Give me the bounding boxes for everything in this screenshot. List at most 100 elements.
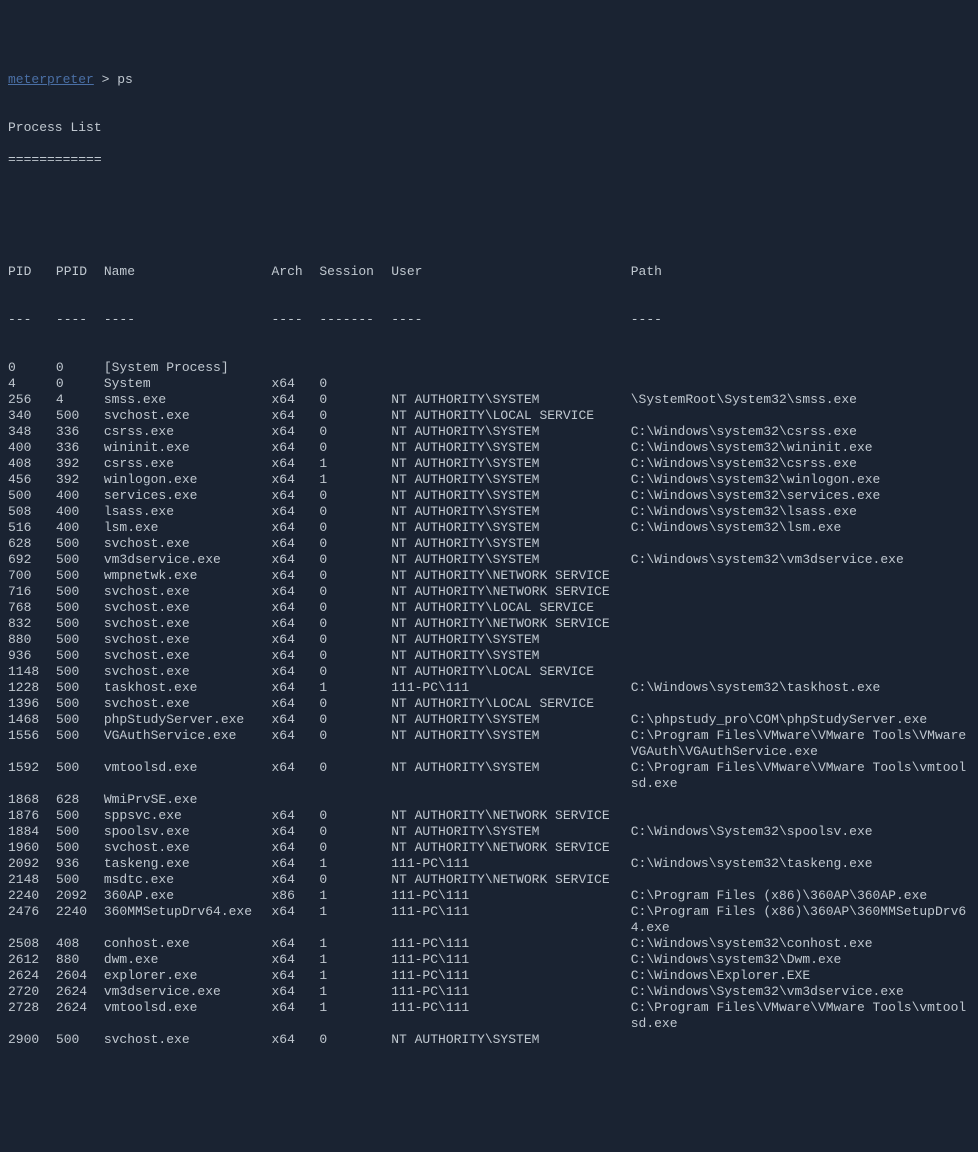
table-row: 1960500svchost.exex640NT AUTHORITY\NETWO… <box>8 840 970 856</box>
cell-pid: 1960 <box>8 840 56 856</box>
cell-name: taskhost.exe <box>104 680 272 696</box>
cell-session: 1 <box>319 936 391 952</box>
cell-ppid: 392 <box>56 456 104 472</box>
table-header-row: PID PPID Name Arch Session User Path <box>8 264 970 280</box>
cell-pid: 508 <box>8 504 56 520</box>
cell-pid: 2148 <box>8 872 56 888</box>
cell-user: NT AUTHORITY\NETWORK SERVICE <box>391 616 631 632</box>
cell-path: C:\Windows\system32\services.exe <box>631 488 970 504</box>
cell-session: 0 <box>319 440 391 456</box>
table-row: 340500svchost.exex640NT AUTHORITY\LOCAL … <box>8 408 970 424</box>
cell-session: 0 <box>319 1032 391 1048</box>
cell-name: lsass.exe <box>104 504 272 520</box>
cell-arch: x64 <box>271 552 319 568</box>
cell-arch: x64 <box>271 584 319 600</box>
cell-ppid: 336 <box>56 440 104 456</box>
cell-user: NT AUTHORITY\SYSTEM <box>391 552 631 568</box>
underline-path: ---- <box>631 312 970 328</box>
cell-name: WmiPrvSE.exe <box>104 792 272 808</box>
cell-session: 0 <box>319 648 391 664</box>
cell-user: NT AUTHORITY\SYSTEM <box>391 424 631 440</box>
table-row: 716500svchost.exex640NT AUTHORITY\NETWOR… <box>8 584 970 600</box>
cell-session: 0 <box>319 760 391 776</box>
cell-arch: x64 <box>271 600 319 616</box>
cell-arch: x64 <box>271 520 319 536</box>
cell-arch: x64 <box>271 632 319 648</box>
cell-pid: 2476 <box>8 904 56 920</box>
cell-arch: x64 <box>271 936 319 952</box>
cell-arch: x64 <box>271 504 319 520</box>
cell-name: phpStudyServer.exe <box>104 712 272 728</box>
cell-session: 0 <box>319 552 391 568</box>
section-title: Process List <box>8 120 970 136</box>
cell-ppid: 4 <box>56 392 104 408</box>
cell-pid: 348 <box>8 424 56 440</box>
cell-arch: x64 <box>271 872 319 888</box>
cell-session: 0 <box>319 696 391 712</box>
cell-name: sppsvc.exe <box>104 808 272 824</box>
cell-pid: 1468 <box>8 712 56 728</box>
process-rows-container: 00[System Process]40Systemx6402564smss.e… <box>8 360 970 1048</box>
cell-session: 0 <box>319 616 391 632</box>
header-path: Path <box>631 264 970 280</box>
cell-pid: 456 <box>8 472 56 488</box>
underline-name: ---- <box>104 312 272 328</box>
header-session: Session <box>319 264 391 280</box>
table-row: 1868628WmiPrvSE.exe <box>8 792 970 808</box>
cell-session: 0 <box>319 824 391 840</box>
cell-ppid: 628 <box>56 792 104 808</box>
cell-user: NT AUTHORITY\SYSTEM <box>391 520 631 536</box>
cell-user: NT AUTHORITY\NETWORK SERVICE <box>391 808 631 824</box>
cell-name: svchost.exe <box>104 840 272 856</box>
cell-ppid: 500 <box>56 728 104 744</box>
cell-ppid: 500 <box>56 552 104 568</box>
header-user: User <box>391 264 631 280</box>
cell-name: dwm.exe <box>104 952 272 968</box>
cell-session: 0 <box>319 600 391 616</box>
cell-session: 1 <box>319 1000 391 1016</box>
cell-session: 1 <box>319 952 391 968</box>
table-row: 692500vm3dservice.exex640NT AUTHORITY\SY… <box>8 552 970 568</box>
cell-name: svchost.exe <box>104 600 272 616</box>
cell-ppid: 400 <box>56 520 104 536</box>
underline-arch: ---- <box>271 312 319 328</box>
cell-arch: x64 <box>271 856 319 872</box>
cell-arch: x64 <box>271 488 319 504</box>
cell-arch: x64 <box>271 904 319 920</box>
table-row: 880500svchost.exex640NT AUTHORITY\SYSTEM <box>8 632 970 648</box>
cell-user: 111-PC\111 <box>391 936 631 952</box>
cell-ppid: 500 <box>56 632 104 648</box>
table-row: 00[System Process] <box>8 360 970 376</box>
header-ppid: PPID <box>56 264 104 280</box>
header-pid: PID <box>8 264 56 280</box>
cell-name: svchost.exe <box>104 536 272 552</box>
cell-arch: x64 <box>271 1032 319 1048</box>
cell-pid: 2240 <box>8 888 56 904</box>
cell-ppid: 2624 <box>56 1000 104 1016</box>
cell-ppid: 500 <box>56 712 104 728</box>
cell-pid: 0 <box>8 360 56 376</box>
cell-user: 111-PC\111 <box>391 680 631 696</box>
table-row: 1468500phpStudyServer.exex640NT AUTHORIT… <box>8 712 970 728</box>
cell-user: NT AUTHORITY\NETWORK SERVICE <box>391 584 631 600</box>
cell-session: 0 <box>319 568 391 584</box>
cell-user: NT AUTHORITY\NETWORK SERVICE <box>391 872 631 888</box>
cell-arch: x64 <box>271 840 319 856</box>
prompt-label: meterpreter <box>8 72 94 87</box>
table-row: 2092936taskeng.exex641111-PC\111C:\Windo… <box>8 856 970 872</box>
cell-user: NT AUTHORITY\LOCAL SERVICE <box>391 408 631 424</box>
cell-ppid: 500 <box>56 408 104 424</box>
cell-name: svchost.exe <box>104 648 272 664</box>
cell-user: NT AUTHORITY\SYSTEM <box>391 536 631 552</box>
cell-session: 1 <box>319 904 391 920</box>
cell-name: vm3dservice.exe <box>104 984 272 1000</box>
cell-arch: x64 <box>271 696 319 712</box>
cell-pid: 936 <box>8 648 56 664</box>
cell-pid: 1148 <box>8 664 56 680</box>
cell-pid: 2624 <box>8 968 56 984</box>
table-underline-row: --- ---- ---- ---- ------- ---- ---- <box>8 312 970 328</box>
cell-session: 1 <box>319 680 391 696</box>
table-row: 2612880dwm.exex641111-PC\111C:\Windows\s… <box>8 952 970 968</box>
cell-user: NT AUTHORITY\SYSTEM <box>391 712 631 728</box>
header-arch: Arch <box>271 264 319 280</box>
